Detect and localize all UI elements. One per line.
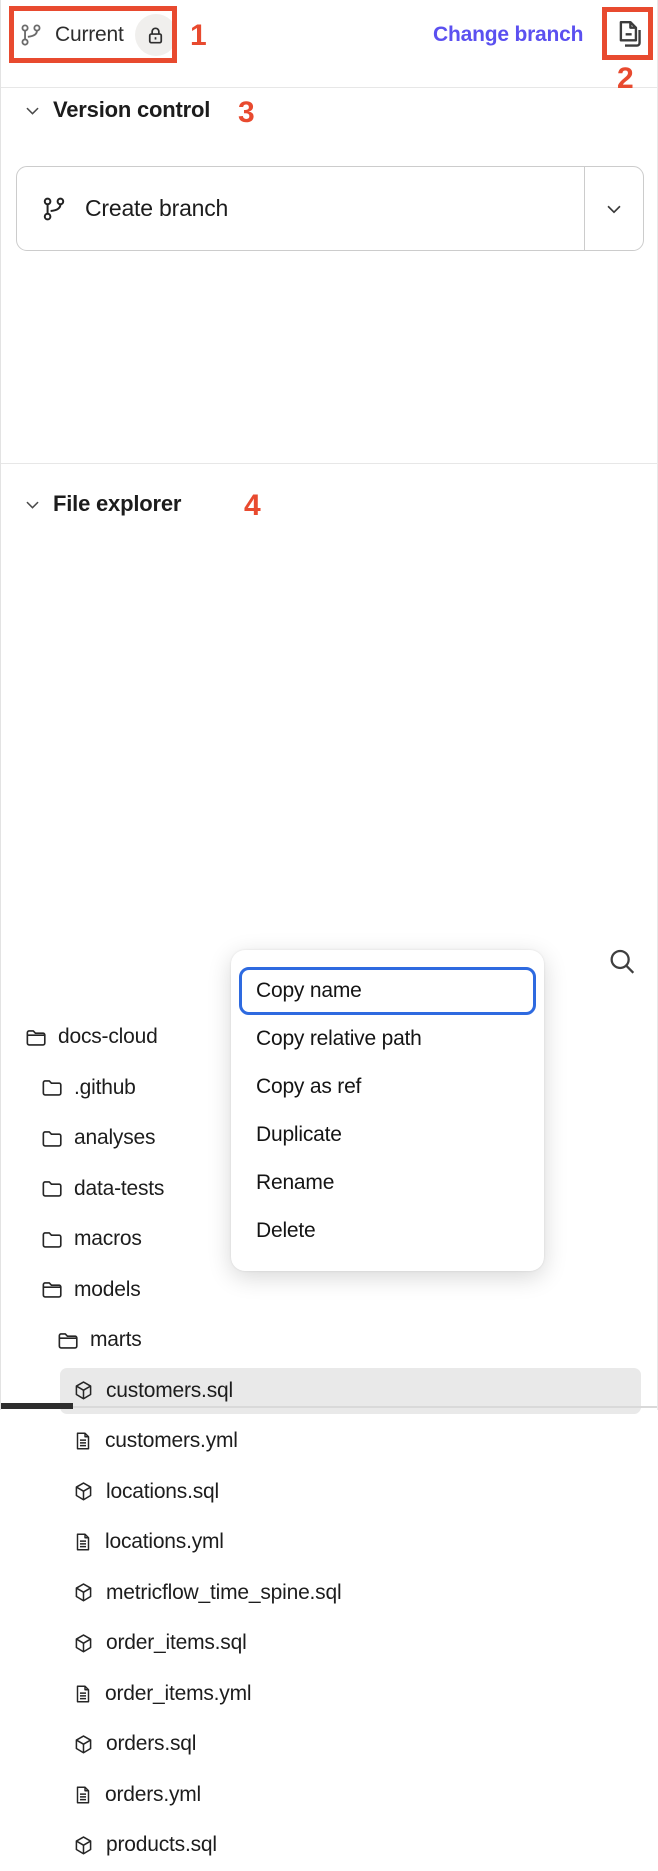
copy-icon[interactable] — [609, 15, 647, 53]
tree-item-label: orders.sql — [106, 1732, 196, 1756]
tree-item-label: customers.yml — [105, 1429, 238, 1453]
tree-item-order-items-sql[interactable]: order_items.sql — [1, 1618, 657, 1669]
context-menu: Copy nameCopy relative pathCopy as refDu… — [231, 950, 544, 1271]
tree-item-orders-sql[interactable]: orders.sql — [1, 1719, 657, 1770]
menu-item-delete[interactable]: Delete — [239, 1207, 536, 1255]
model-cube-icon — [72, 1581, 95, 1604]
tree-item-label: data-tests — [74, 1177, 164, 1201]
tree-item-label: locations.yml — [105, 1530, 224, 1554]
tree-item-label: marts — [90, 1328, 142, 1352]
tree-item-label: products.sql — [106, 1833, 217, 1857]
file-doc-icon — [72, 1531, 94, 1553]
tree-item-label: metricflow_time_spine.sql — [106, 1581, 341, 1605]
tree-item-label: order_items.sql — [106, 1631, 247, 1655]
folder-open-icon — [40, 1278, 63, 1301]
create-branch-label: Create branch — [85, 195, 228, 222]
current-branch-chip: Current — [18, 14, 177, 56]
tree-item-label: macros — [74, 1227, 142, 1251]
menu-item-copy-name[interactable]: Copy name — [239, 967, 536, 1015]
model-cube-icon — [72, 1480, 95, 1503]
tree-item-locations-yml[interactable]: locations.yml — [1, 1517, 657, 1568]
folder-open-icon — [56, 1329, 79, 1352]
tree-item-label: .github — [74, 1076, 136, 1100]
tree-item-label: order_items.yml — [105, 1682, 251, 1706]
create-branch-button[interactable]: Create branch — [17, 167, 584, 250]
branch-bar: Current Change branch — [1, 0, 657, 88]
annotation-label-3: 3 — [238, 96, 255, 130]
menu-item-duplicate[interactable]: Duplicate — [239, 1111, 536, 1159]
menu-item-copy-relative-path[interactable]: Copy relative path — [239, 1015, 536, 1063]
tree-item-label: locations.sql — [106, 1480, 219, 1504]
model-cube-icon — [72, 1834, 95, 1857]
folder-icon — [40, 1076, 63, 1099]
tree-item-locations-sql[interactable]: locations.sql — [1, 1467, 657, 1518]
tree-item-models[interactable]: models — [1, 1265, 657, 1316]
tree-item-label: docs-cloud — [58, 1025, 158, 1049]
file-explorer-title: File explorer — [53, 491, 181, 517]
folder-icon — [40, 1228, 63, 1251]
model-cube-icon — [72, 1379, 95, 1402]
change-branch-link[interactable]: Change branch — [433, 23, 583, 47]
bottom-pane-divider — [1, 1406, 657, 1408]
version-control-title: Version control — [53, 97, 210, 123]
menu-item-copy-as-ref[interactable]: Copy as ref — [239, 1063, 536, 1111]
file-doc-icon — [72, 1784, 94, 1806]
tree-item-marts[interactable]: marts — [1, 1315, 657, 1366]
model-cube-icon — [72, 1733, 95, 1756]
dbt-ide-sidebar: { "topbar": { "current_branch": "Current… — [0, 0, 658, 1410]
chevron-down-icon[interactable] — [23, 101, 42, 120]
folder-open-icon — [24, 1026, 47, 1049]
chevron-down-icon — [603, 198, 625, 220]
version-control-header[interactable]: Version control — [23, 97, 210, 123]
tree-item-label: customers.sql — [106, 1379, 233, 1403]
tree-item-orders-yml[interactable]: orders.yml — [1, 1770, 657, 1821]
file-doc-icon — [72, 1430, 94, 1452]
tree-item-label: analyses — [74, 1126, 155, 1150]
bottom-pane-divider-dark-segment[interactable] — [1, 1403, 73, 1409]
folder-icon — [40, 1177, 63, 1200]
menu-item-rename[interactable]: Rename — [239, 1159, 536, 1207]
tree-item-order-items-yml[interactable]: order_items.yml — [1, 1669, 657, 1720]
tree-item-label: models — [74, 1278, 141, 1302]
git-branch-icon — [18, 22, 44, 48]
search-icon[interactable] — [605, 945, 639, 979]
model-cube-icon — [72, 1632, 95, 1655]
file-explorer-header[interactable]: File explorer — [23, 491, 181, 517]
tree-item-customers-sql[interactable]: customers.sql — [1, 1366, 657, 1417]
file-doc-icon — [72, 1683, 94, 1705]
git-branch-icon — [40, 195, 68, 223]
create-branch-dropdown-toggle[interactable] — [584, 167, 643, 250]
tree-item-label: orders.yml — [105, 1783, 201, 1807]
chevron-down-icon[interactable] — [23, 495, 42, 514]
lock-icon — [135, 14, 177, 56]
tree-item-customers-yml[interactable]: customers.yml — [1, 1416, 657, 1467]
current-branch-label: Current — [55, 23, 124, 47]
folder-icon — [40, 1127, 63, 1150]
create-branch-split-button: Create branch — [16, 166, 644, 251]
tree-item-products-sql[interactable]: products.sql — [1, 1820, 657, 1871]
tree-item-metricflow-time-spine-sql[interactable]: metricflow_time_spine.sql — [1, 1568, 657, 1619]
